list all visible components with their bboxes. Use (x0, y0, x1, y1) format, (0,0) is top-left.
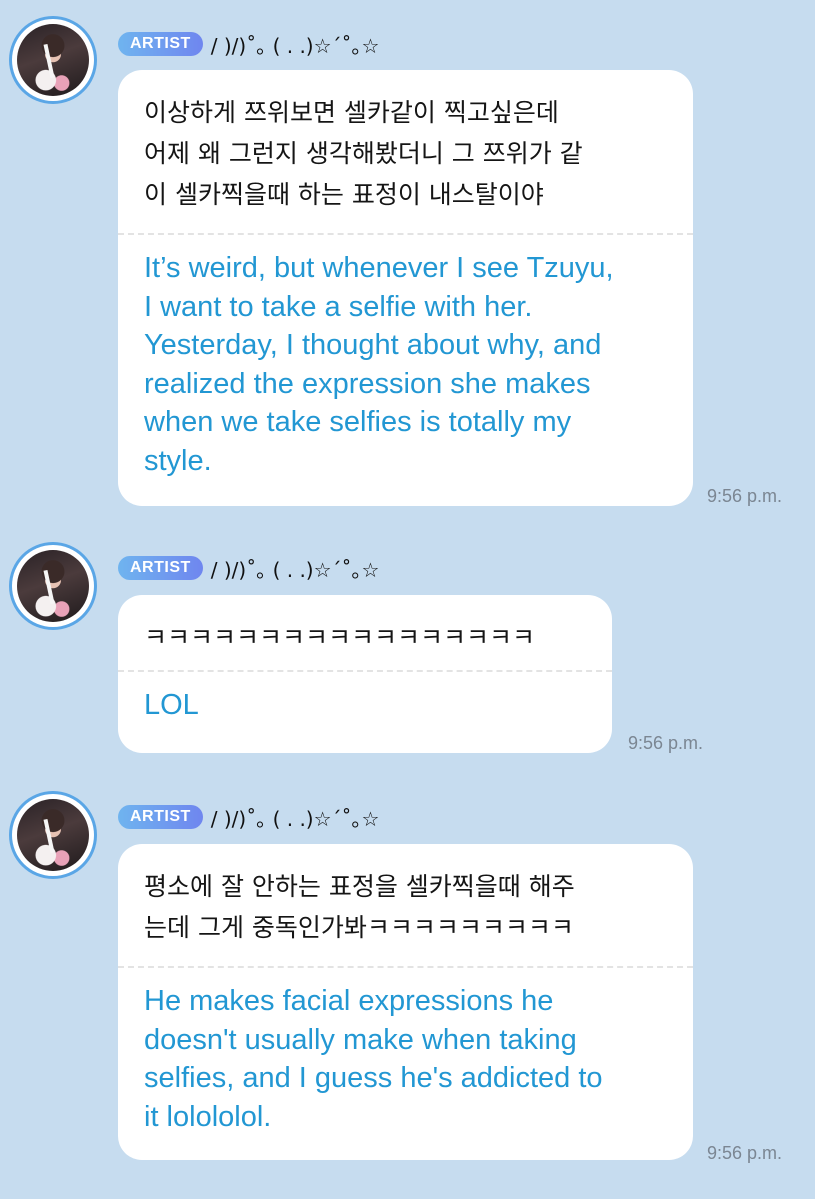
artist-badge: ARTIST (118, 556, 203, 580)
avatar-photo (17, 550, 89, 622)
sender-nickname: / )/)˚｡ ( . .)☆´˚｡☆ (210, 557, 380, 582)
message-text-translation: It’s weird, but whenever I see Tzuyu, I … (144, 252, 614, 477)
artist-badge: ARTIST (118, 805, 203, 829)
artist-badge: ARTIST (118, 32, 203, 56)
avatar-photo (17, 799, 89, 871)
sender-header: ARTIST / )/)˚｡ ( . .)☆´˚｡☆ (118, 555, 380, 582)
sender-nickname: / )/)˚｡ ( . .)☆´˚｡☆ (210, 806, 380, 831)
message-timestamp: 9:56 p.m. (707, 486, 783, 506)
message-timestamp: 9:56 p.m. (628, 733, 704, 753)
message-bubble[interactable]: 이상하게 쯔위보면 셀카같이 찍고싶은데 어제 왜 그런지 생각해봤더니 그 쯔… (118, 70, 693, 506)
message-bubble[interactable]: ㅋㅋㅋㅋㅋㅋㅋㅋㅋㅋㅋㅋㅋㅋㅋㅋㅋ LOL (118, 595, 612, 753)
avatar[interactable] (12, 19, 94, 101)
avatar-photo (17, 24, 89, 96)
message-text-translation: LOL (144, 689, 199, 721)
message-text-korean: 이상하게 쯔위보면 셀카같이 찍고싶은데 어제 왜 그런지 생각해봤더니 그 쯔… (144, 98, 583, 209)
avatar[interactable] (12, 794, 94, 876)
sender-nickname: / )/)˚｡ ( . .)☆´˚｡☆ (210, 33, 380, 58)
sender-header: ARTIST / )/)˚｡ ( . .)☆´˚｡☆ (118, 804, 380, 831)
message-text-translation: He makes facial expressions he doesn't u… (144, 985, 603, 1133)
message-text-korean: 평소에 잘 안하는 표정을 셀카찍을때 해주 는데 그게 중독인가봐ㅋㅋㅋㅋㅋㅋ… (144, 872, 575, 942)
message-text-korean: ㅋㅋㅋㅋㅋㅋㅋㅋㅋㅋㅋㅋㅋㅋㅋㅋㅋ (144, 623, 536, 652)
message-bubble[interactable]: 평소에 잘 안하는 표정을 셀카찍을때 해주 는데 그게 중독인가봐ㅋㅋㅋㅋㅋㅋ… (118, 844, 693, 1160)
avatar[interactable] (12, 545, 94, 627)
message-timestamp: 9:56 p.m. (707, 1143, 783, 1163)
sender-header: ARTIST / )/)˚｡ ( . .)☆´˚｡☆ (118, 31, 380, 58)
